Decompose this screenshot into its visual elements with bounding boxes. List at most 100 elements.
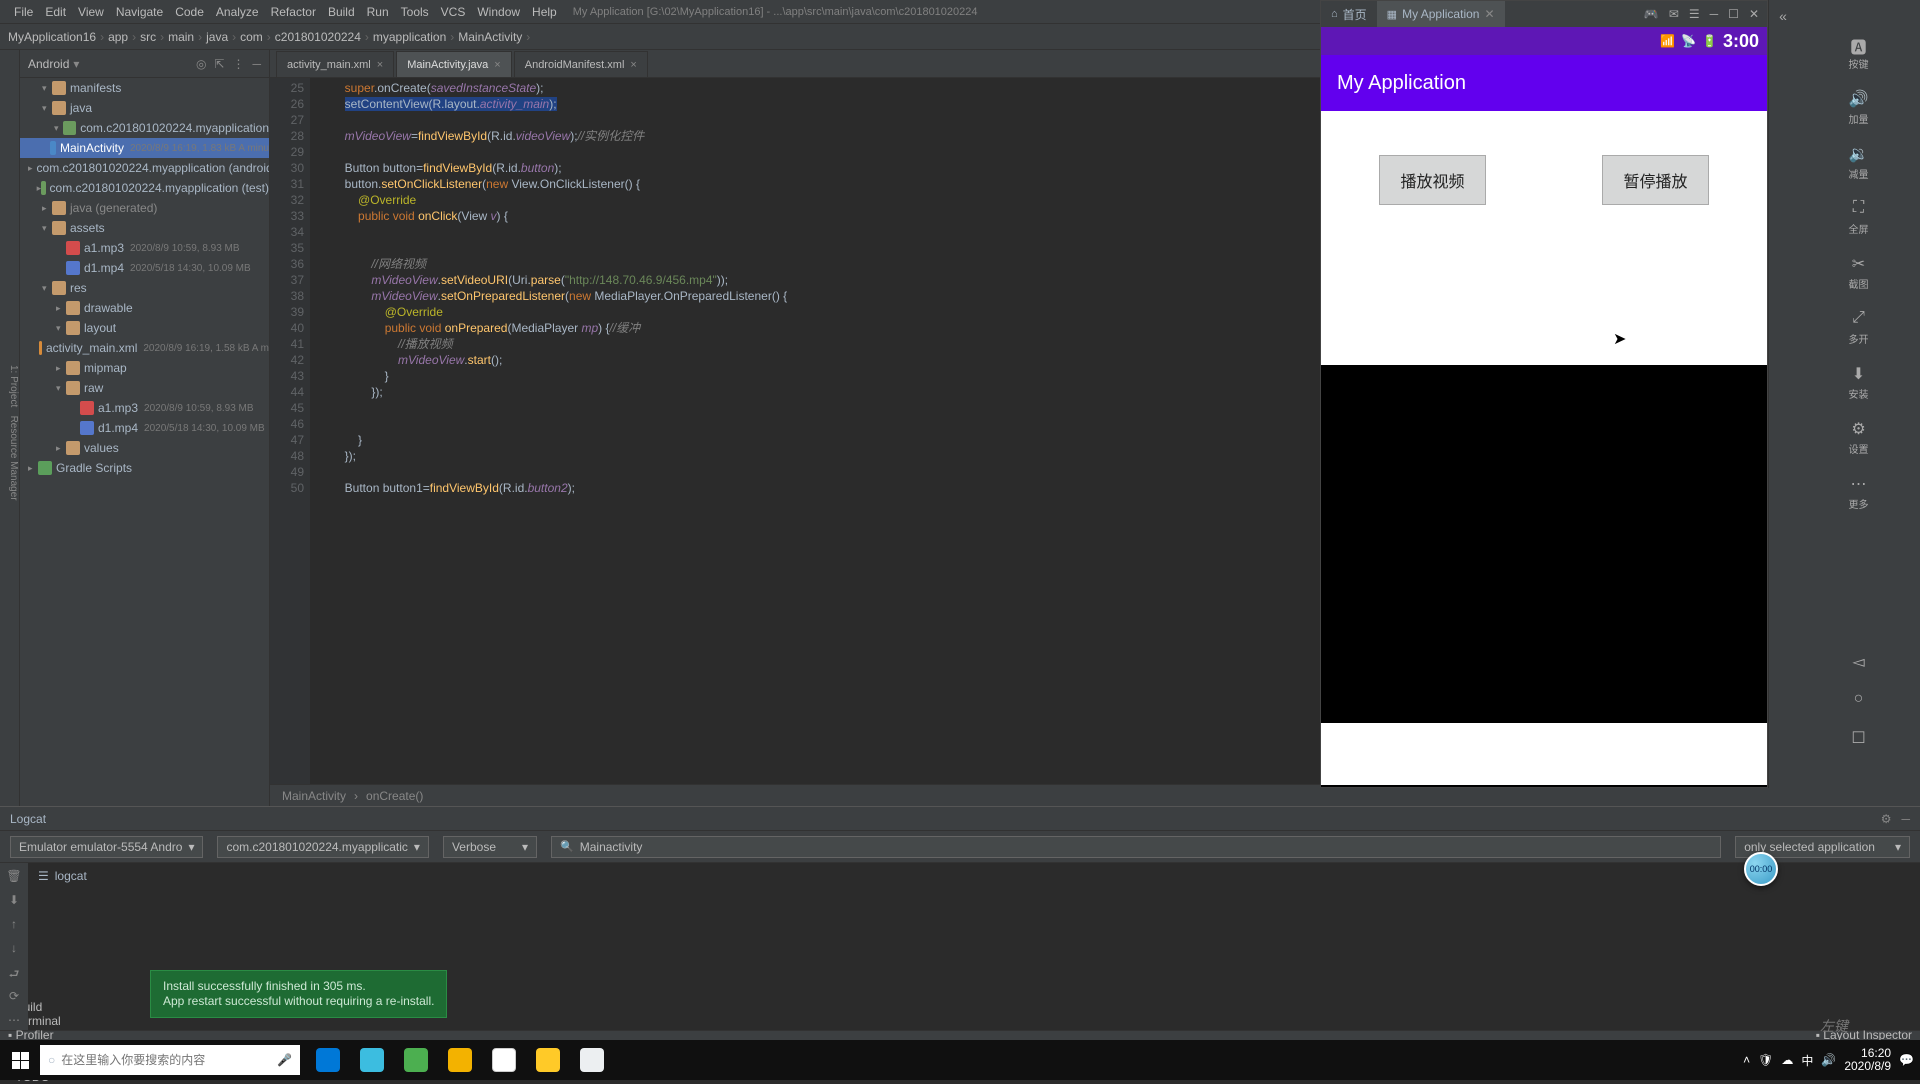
tray-clock[interactable]: 16:20 2020/8/9 (1844, 1047, 1891, 1073)
taskbar-app-1[interactable] (306, 1040, 350, 1080)
menu-window[interactable]: Window (471, 5, 526, 19)
emu-max-icon[interactable]: ☐ (1728, 7, 1739, 21)
more-icon[interactable]: ⋯ (6, 1013, 22, 1029)
tree-node[interactable]: ▸ drawable (20, 298, 269, 318)
nav-recent-icon[interactable]: ☐ (1849, 728, 1869, 748)
scroll-end-icon[interactable]: ⬇ (6, 893, 22, 909)
tree-node[interactable]: a1.mp32020/8/9 10:59, 8.93 MB (20, 398, 269, 418)
tree-node[interactable]: ▾ layout (20, 318, 269, 338)
tree-node[interactable]: ▾ java (20, 98, 269, 118)
hide-panel-icon[interactable]: ─ (1901, 812, 1910, 826)
editor-tab[interactable]: activity_main.xml× (276, 51, 394, 77)
logcat-search[interactable]: 🔍 Mainactivity (551, 836, 1721, 858)
left-tool-strip[interactable]: 1: Project Resource Manager (0, 50, 20, 806)
nav-home-icon[interactable]: ○ (1849, 690, 1869, 710)
taskbar-app-5[interactable] (482, 1040, 526, 1080)
tree-node[interactable]: ▾ assets (20, 218, 269, 238)
tree-node[interactable]: ▾ com.c201801020224.myapplication (20, 118, 269, 138)
tray-cloud-icon[interactable]: ☁ (1781, 1053, 1793, 1067)
restart-icon[interactable]: ⟳ (6, 989, 22, 1005)
emu-action-全屏[interactable]: ⛶全屏 (1797, 199, 1920, 236)
emulator-tab-app[interactable]: ▦ My Application ✕ (1377, 1, 1505, 27)
emu-min-icon[interactable]: ─ (1710, 7, 1719, 21)
emu-close-icon[interactable]: ✕ (1749, 7, 1759, 21)
device-selector[interactable]: Emulator emulator-5554 Andro▾ (10, 836, 203, 858)
nav-back-icon[interactable]: ◅ (1849, 652, 1869, 672)
menu-build[interactable]: Build (322, 5, 361, 19)
settings-icon[interactable]: ⋮ (232, 57, 244, 71)
tree-node[interactable]: ▸ com.c201801020224.myapplication (test) (20, 178, 269, 198)
search-input[interactable] (61, 1053, 271, 1067)
tree-node[interactable]: ▸ Gradle Scripts (20, 458, 269, 478)
tray-chevron[interactable]: ˄ (1743, 1053, 1750, 1067)
project-panel-header[interactable]: Android ▾ ◎ ⇱ ⋮ ─ (20, 50, 269, 78)
play-video-button[interactable]: 播放视频 (1379, 155, 1485, 205)
close-icon[interactable]: × (494, 59, 500, 71)
mic-icon[interactable]: 🎤 (277, 1053, 292, 1067)
target-icon[interactable]: ◎ (196, 57, 206, 71)
taskbar-app-2[interactable] (350, 1040, 394, 1080)
menu-edit[interactable]: Edit (39, 5, 72, 19)
float-timer[interactable]: 00:00 (1744, 852, 1778, 886)
tree-node[interactable]: ▾ res (20, 278, 269, 298)
editor-tab[interactable]: AndroidManifest.xml× (514, 51, 648, 77)
taskbar-app-3[interactable] (394, 1040, 438, 1080)
close-icon[interactable]: ✕ (1484, 7, 1494, 21)
tray-volume-icon[interactable]: 🔊 (1821, 1053, 1836, 1067)
wrap-icon[interactable]: ⮐ (6, 965, 22, 981)
emulator-tab-home[interactable]: ⌂ 首页 (1321, 1, 1377, 27)
chevron-down-icon[interactable]: ▾ (73, 57, 79, 71)
menu-navigate[interactable]: Navigate (110, 5, 169, 19)
device-screen[interactable]: 📶 📡 🔋 3:00 My Application 播放视频 暂停播放 ➤ (1321, 27, 1767, 787)
gear-icon[interactable]: ⚙ (1881, 812, 1892, 826)
start-button[interactable] (0, 1040, 40, 1080)
tree-node[interactable]: d1.mp42020/5/18 14:30, 10.09 MB (20, 418, 269, 438)
video-view[interactable] (1321, 365, 1767, 723)
project-tree[interactable]: ▾ manifests ▾ java ▾ com.c201801020224.m… (20, 78, 269, 806)
tree-node[interactable]: d1.mp42020/5/18 14:30, 10.09 MB (20, 258, 269, 278)
menu-run[interactable]: Run (361, 5, 395, 19)
tree-node[interactable]: ▸ com.c201801020224.myapplication (andro… (20, 158, 269, 178)
emu-action-加量[interactable]: 🔊加量 (1797, 89, 1920, 126)
process-selector[interactable]: com.c201801020224.myapplicatic▾ (217, 836, 428, 858)
emu-action-按键[interactable]: 🅰按键 (1797, 34, 1920, 71)
up-icon[interactable]: ↑ (6, 917, 22, 933)
tray-shield-icon[interactable]: 🛡 (1758, 1053, 1773, 1067)
emu-action-多开[interactable]: ⤢多开 (1797, 309, 1920, 346)
close-icon[interactable]: × (630, 59, 636, 71)
breadcrumb[interactable]: MyApplication16›app›src›main›java›com›c2… (8, 30, 530, 44)
emu-action-安装[interactable]: ⬇安装 (1797, 364, 1920, 401)
tree-node[interactable]: MainActivity2020/8/9 16:19, 1.83 kB A mi… (20, 138, 269, 158)
level-selector[interactable]: Verbose▾ (443, 836, 537, 858)
mail-icon[interactable]: ✉ (1669, 7, 1679, 21)
taskbar-app-4[interactable] (438, 1040, 482, 1080)
trash-icon[interactable]: 🗑 (6, 869, 22, 885)
close-icon[interactable]: × (377, 59, 383, 71)
gamepad-icon[interactable]: 🎮 (1644, 7, 1659, 21)
menu-help[interactable]: Help (526, 5, 563, 19)
tree-node[interactable]: ▸ values (20, 438, 269, 458)
taskbar-app-6[interactable] (526, 1040, 570, 1080)
line-gutter[interactable]: 2526272829303132333435363738394041424344… (270, 78, 310, 784)
taskbar-search[interactable]: ○ 🎤 (40, 1045, 300, 1075)
tree-node[interactable]: activity_main.xml2020/8/9 16:19, 1.58 kB… (20, 338, 269, 358)
menu-refactor[interactable]: Refactor (265, 5, 322, 19)
tree-node[interactable]: ▸ mipmap (20, 358, 269, 378)
menu-analyze[interactable]: Analyze (210, 5, 265, 19)
menu-tools[interactable]: Tools (395, 5, 435, 19)
collapse-emu-icon[interactable]: « (1774, 8, 1792, 26)
menu-file[interactable]: File (8, 5, 39, 19)
down-icon[interactable]: ↓ (6, 941, 22, 957)
tree-node[interactable]: ▾ manifests (20, 78, 269, 98)
emu-action-设置[interactable]: ⚙设置 (1797, 419, 1920, 456)
menu-icon[interactable]: ☰ (1689, 7, 1700, 21)
editor-tab[interactable]: MainActivity.java× (396, 51, 512, 77)
emu-action-更多[interactable]: ⋯更多 (1797, 474, 1920, 511)
menu-code[interactable]: Code (169, 5, 210, 19)
tray-notifications-icon[interactable]: 💬 (1899, 1053, 1914, 1067)
tree-node[interactable]: ▸ java (generated) (20, 198, 269, 218)
menu-view[interactable]: View (72, 5, 110, 19)
tray-ime-icon[interactable]: 中 (1801, 1052, 1813, 1069)
menu-vcs[interactable]: VCS (435, 5, 472, 19)
tree-node[interactable]: a1.mp32020/8/9 10:59, 8.93 MB (20, 238, 269, 258)
